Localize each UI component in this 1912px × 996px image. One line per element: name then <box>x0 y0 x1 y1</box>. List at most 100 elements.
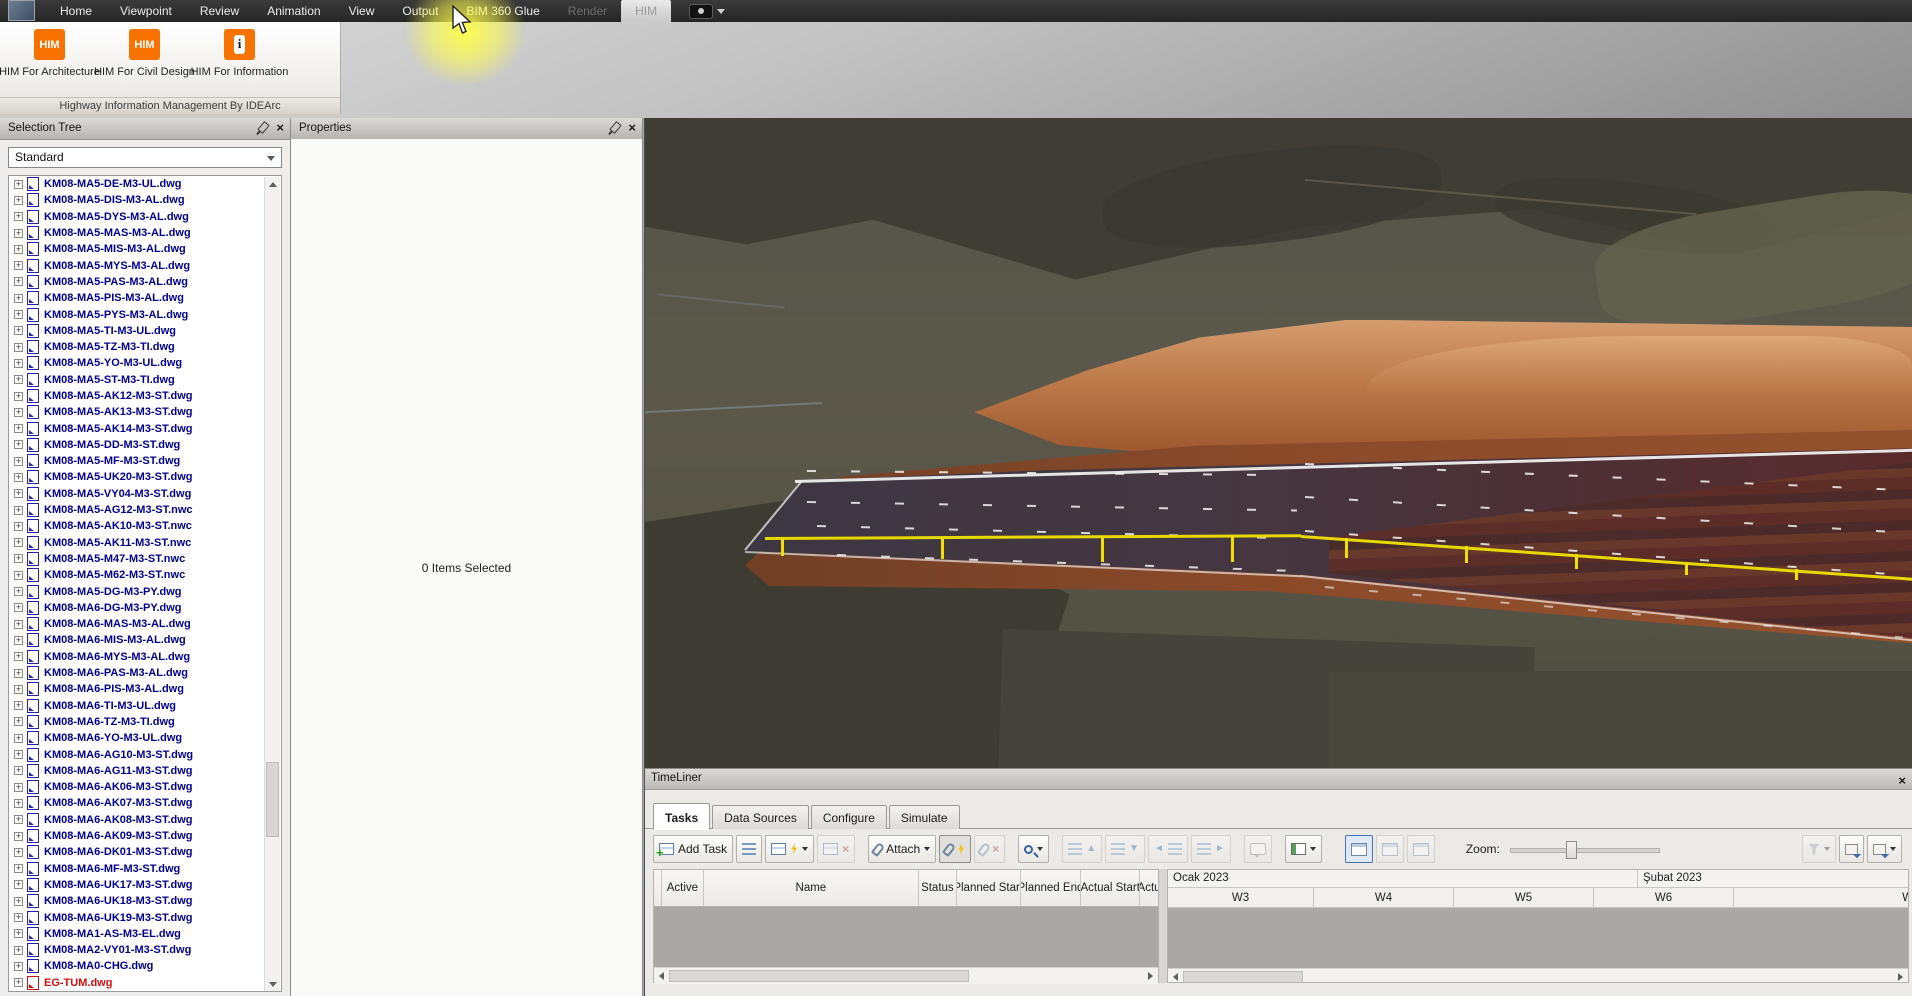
column-header[interactable] <box>654 870 662 906</box>
filter-tasks-button[interactable] <box>1802 835 1836 863</box>
expand-icon[interactable]: + <box>14 489 23 498</box>
clear-attachment-button[interactable]: × <box>974 835 1005 863</box>
close-icon[interactable]: × <box>1898 771 1906 790</box>
scroll-left-icon[interactable] <box>654 972 669 980</box>
tree-item[interactable]: + KM08-MA6-MAS-M3-AL.dwg <box>9 616 281 632</box>
timeliner-tab[interactable]: Data Sources <box>712 805 809 829</box>
pin-icon[interactable] <box>610 121 622 134</box>
choose-columns-button[interactable] <box>1285 835 1322 863</box>
scroll-right-icon[interactable] <box>1143 972 1158 980</box>
task-grid-body[interactable] <box>654 907 1158 967</box>
expand-icon[interactable]: + <box>14 326 23 335</box>
tree-item[interactable]: + KM08-MA5-AK10-M3-ST.nwc <box>9 518 281 534</box>
expand-icon[interactable]: + <box>14 457 23 466</box>
tree-item[interactable]: + KM08-MA6-PIS-M3-AL.dwg <box>9 681 281 697</box>
expand-icon[interactable]: + <box>14 962 23 971</box>
chevron-down-icon[interactable] <box>717 9 725 14</box>
expand-icon[interactable]: + <box>14 277 23 286</box>
expand-icon[interactable]: + <box>14 848 23 857</box>
tree-item[interactable]: + KM08-MA6-TZ-M3-TI.dwg <box>9 714 281 730</box>
outdent-button[interactable]: ◄ <box>1148 835 1188 863</box>
task-grid-hscrollbar[interactable] <box>654 967 1158 984</box>
tree-item[interactable]: + KM08-MA6-AG10-M3-ST.dwg <box>9 746 281 762</box>
column-header[interactable]: Name <box>704 870 919 906</box>
expand-icon[interactable]: + <box>14 652 23 661</box>
tree-item[interactable]: + KM08-MA5-TZ-M3-TI.dwg <box>9 339 281 355</box>
tree-item[interactable]: + KM08-MA5-AK13-M3-ST.dwg <box>9 404 281 420</box>
tree-item[interactable]: + KM08-MA5-ST-M3-TI.dwg <box>9 372 281 388</box>
tree-item[interactable]: + KM08-MA6-UK18-M3-ST.dwg <box>9 893 281 909</box>
tree-item[interactable]: + KM08-MA5-AK11-M3-ST.nwc <box>9 535 281 551</box>
attach-button[interactable]: Attach <box>868 835 936 863</box>
scroll-left-icon[interactable] <box>1168 973 1183 981</box>
move-down-button[interactable]: ▼ <box>1105 835 1145 863</box>
expand-icon[interactable]: + <box>14 261 23 270</box>
expand-icon[interactable]: + <box>14 180 23 189</box>
expand-icon[interactable]: + <box>14 734 23 743</box>
tree-item[interactable]: + KM08-MA5-DG-M3-PY.dwg <box>9 583 281 599</box>
expand-icon[interactable]: + <box>14 473 23 482</box>
column-header[interactable]: Actu <box>1140 870 1158 906</box>
tree-item[interactable]: + KM08-MA5-AK14-M3-ST.dwg <box>9 420 281 436</box>
delete-task-button[interactable]: × <box>817 835 855 863</box>
tree-item[interactable]: + KM08-MA5-MYS-M3-AL.dwg <box>9 257 281 273</box>
slider-thumb[interactable] <box>1566 841 1577 859</box>
close-icon[interactable]: × <box>628 121 636 134</box>
tree-item[interactable]: + KM08-MA6-MYS-M3-AL.dwg <box>9 649 281 665</box>
expand-icon[interactable]: + <box>14 359 23 368</box>
tree-item[interactable]: + KM08-MA6-UK19-M3-ST.dwg <box>9 909 281 925</box>
scroll-right-icon[interactable] <box>1893 973 1908 981</box>
tree-item[interactable]: + KM08-MA0-CHG.dwg <box>9 958 281 974</box>
expand-icon[interactable]: + <box>14 375 23 384</box>
scrollbar-thumb[interactable] <box>1183 971 1303 983</box>
expand-icon[interactable]: + <box>14 587 23 596</box>
expand-icon[interactable]: + <box>14 603 23 612</box>
scroll-up-icon[interactable] <box>265 177 280 192</box>
expand-icon[interactable]: + <box>14 913 23 922</box>
tree-item[interactable]: + KM08-MA6-MF-M3-ST.dwg <box>9 860 281 876</box>
expand-icon[interactable]: + <box>14 946 23 955</box>
expand-icon[interactable]: + <box>14 343 23 352</box>
tree-mode-select[interactable]: Standard <box>8 147 282 168</box>
scroll-down-icon[interactable] <box>265 977 280 992</box>
ribbon-button[interactable]: i HIM For Information <box>192 26 287 78</box>
tree-item[interactable]: + KM08-MA5-DYS-M3-AL.dwg <box>9 209 281 225</box>
tree-item[interactable]: + KM08-MA6-DK01-M3-ST.dwg <box>9 844 281 860</box>
expand-icon[interactable]: + <box>14 799 23 808</box>
expand-icon[interactable]: + <box>14 978 23 987</box>
expand-icon[interactable]: + <box>14 424 23 433</box>
column-header[interactable]: Planned Start <box>957 870 1021 906</box>
expand-icon[interactable]: + <box>14 717 23 726</box>
tree-item[interactable]: + KM08-MA6-AK09-M3-ST.dwg <box>9 828 281 844</box>
tree-item[interactable]: + KM08-MA6-UK17-M3-ST.dwg <box>9 877 281 893</box>
selection-tree-header[interactable]: Selection Tree × <box>0 118 290 140</box>
tree-item[interactable]: + EG-TUM.dwg <box>9 975 281 991</box>
menu-item[interactable]: HIM <box>621 0 671 22</box>
tree-item[interactable]: + KM08-MA5-DIS-M3-AL.dwg <box>9 192 281 208</box>
ribbon-button[interactable]: HIM HIM For Architecture <box>2 26 97 78</box>
ribbon-button[interactable]: HIM HIM For Civil Design <box>97 26 192 78</box>
expand-icon[interactable]: + <box>14 538 23 547</box>
insert-task-button[interactable] <box>736 835 762 863</box>
expand-icon[interactable]: + <box>14 669 23 678</box>
close-icon[interactable]: × <box>276 121 284 134</box>
expand-icon[interactable]: + <box>14 229 23 238</box>
tree-item[interactable]: + KM08-MA6-TI-M3-UL.dwg <box>9 698 281 714</box>
column-header[interactable]: Planned End <box>1021 870 1082 906</box>
tree-item[interactable]: + KM08-MA5-UK20-M3-ST.dwg <box>9 469 281 485</box>
zoom-slider[interactable] <box>1510 840 1658 858</box>
tree-item[interactable]: + KM08-MA5-AK12-M3-ST.dwg <box>9 388 281 404</box>
column-header[interactable]: Active <box>662 870 704 906</box>
expand-icon[interactable]: + <box>14 929 23 938</box>
expand-icon[interactable]: + <box>14 750 23 759</box>
viewport-3d[interactable] <box>644 118 1912 768</box>
auto-add-tasks-button[interactable] <box>765 835 814 863</box>
show-actual-gantt-button[interactable] <box>1407 835 1435 863</box>
grid-gantt-splitter[interactable] <box>1159 869 1167 983</box>
expand-icon[interactable]: + <box>14 571 23 580</box>
tree-item[interactable]: + KM08-MA6-MIS-M3-AL.dwg <box>9 632 281 648</box>
move-up-button[interactable]: ▲ <box>1062 835 1102 863</box>
expand-icon[interactable]: + <box>14 897 23 906</box>
export-schedule-button[interactable] <box>1839 835 1864 863</box>
menu-item[interactable]: Viewpoint <box>106 0 186 22</box>
